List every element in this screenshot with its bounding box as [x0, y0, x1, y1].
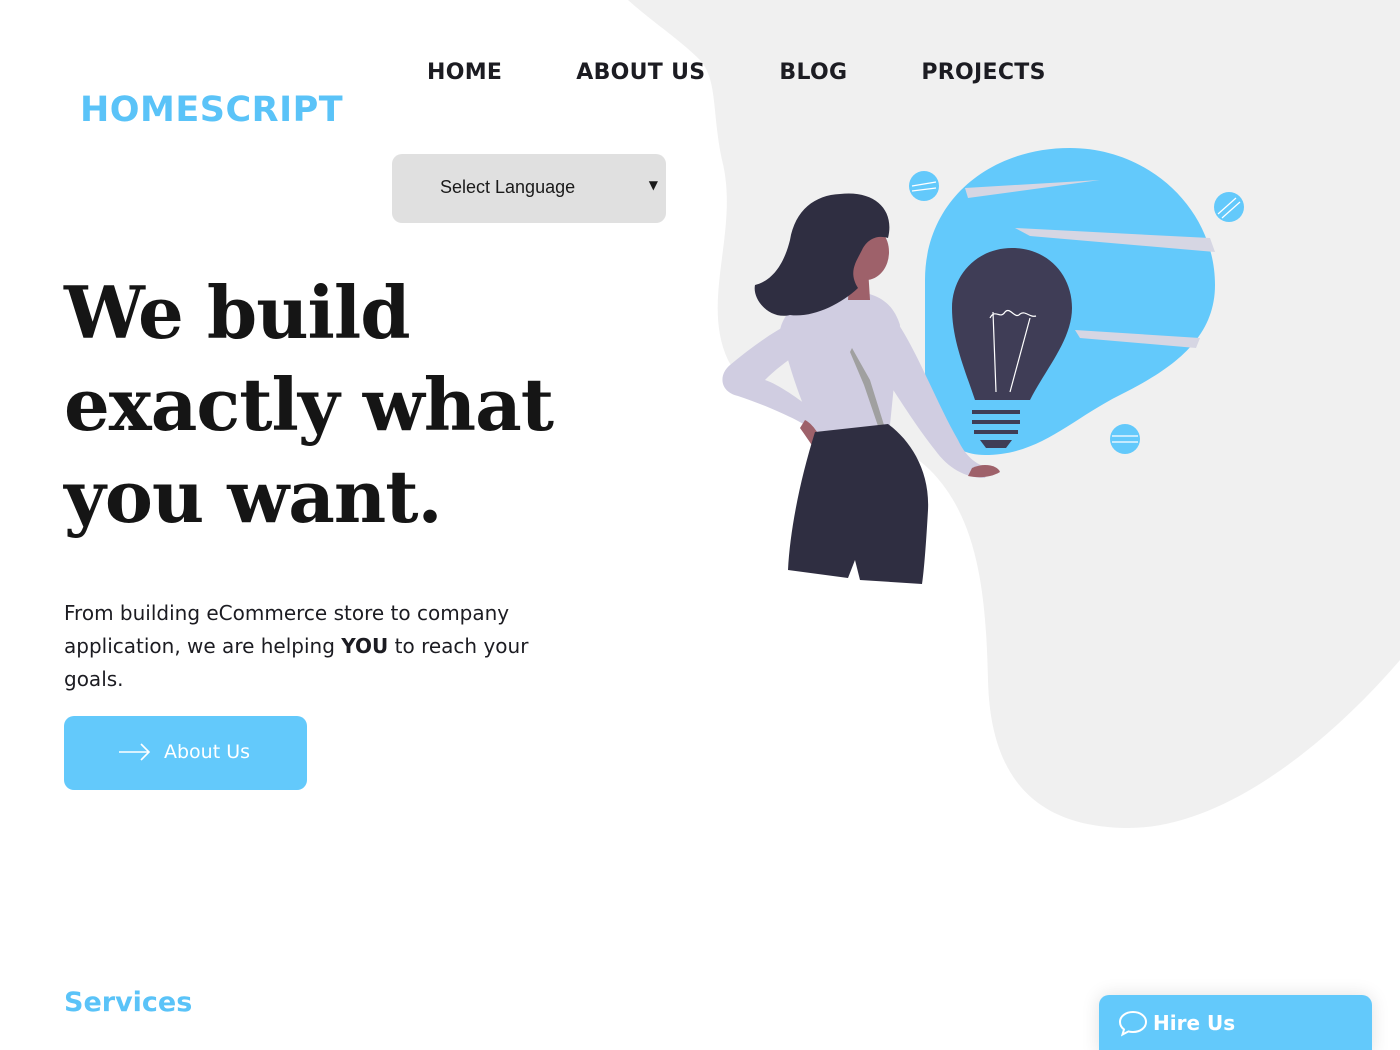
about-us-button[interactable]: About Us [64, 716, 307, 790]
language-select-value: Select Language [440, 177, 576, 197]
services-heading: Services [64, 987, 193, 1018]
hire-us-widget[interactable]: Hire Us [1099, 995, 1372, 1050]
about-us-button-label: About Us [164, 741, 251, 763]
chat-bubble-icon [1118, 1010, 1148, 1037]
woman-with-lightbulb-icon [722, 148, 1244, 584]
hire-us-label: Hire Us [1153, 1011, 1236, 1035]
hero-title-line: you want. [64, 454, 443, 539]
caret-down-icon: ▼ [648, 178, 658, 192]
hero-title: We build exactly what you want. [64, 267, 664, 543]
nav-blog[interactable]: BLOG [779, 60, 847, 85]
hero-description: From building eCommerce store to company… [64, 597, 594, 696]
hero-title-line: exactly what [64, 362, 554, 447]
nav-home[interactable]: HOME [427, 60, 502, 85]
hero-title-line: We build [64, 270, 411, 355]
hero-text-emphasis: YOU [341, 634, 389, 658]
nav-about-us[interactable]: ABOUT US [576, 60, 705, 85]
main-nav: HOME ABOUT US BLOG PROJECTS [427, 60, 1120, 85]
site-logo[interactable]: HOMESCRIPT [80, 90, 343, 130]
nav-projects[interactable]: PROJECTS [921, 60, 1045, 85]
language-select[interactable]: Select Language ▼ [392, 154, 666, 223]
arrow-right-icon [119, 743, 151, 761]
